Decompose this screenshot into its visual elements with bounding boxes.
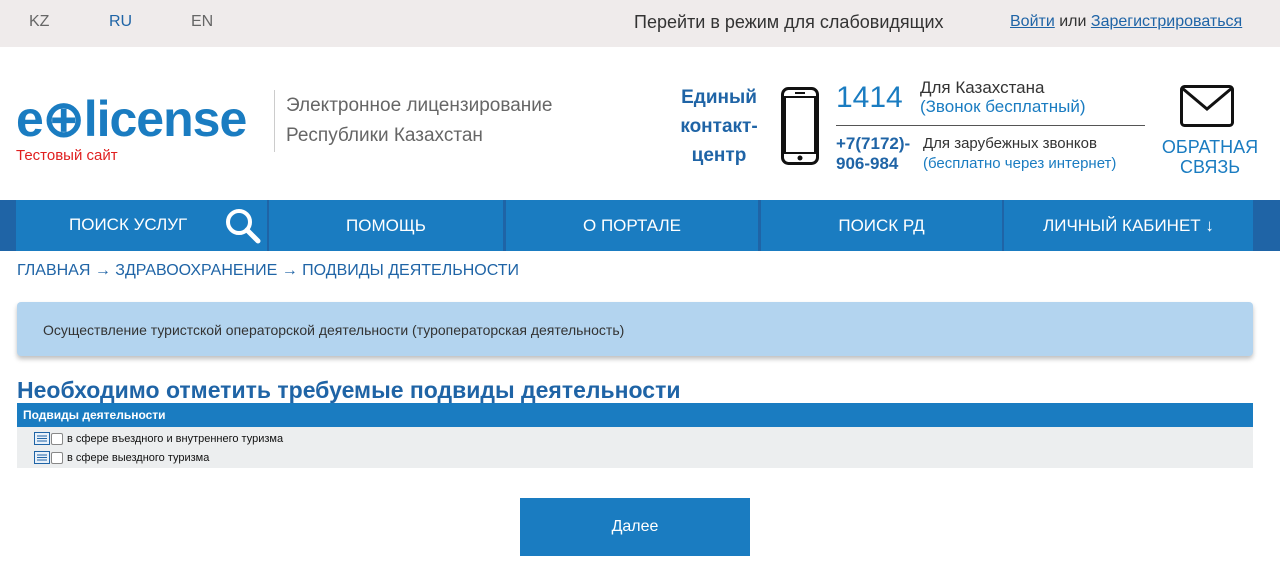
breadcrumb-home[interactable]: Главная (17, 262, 90, 279)
breadcrumb: Главная → Здравоохранение → Подвиды деят… (17, 262, 519, 280)
nav-search-rd[interactable]: Поиск РД (761, 200, 1002, 251)
intl-phone-info: Для зарубежных звонков (бесплатно через … (923, 134, 1116, 174)
or-text: или (1059, 13, 1087, 30)
low-vision-link[interactable]: Перейти в режим для слабовидящих (634, 12, 944, 33)
mail-icon[interactable] (1180, 85, 1234, 127)
activity-name: Осуществление туристской операторской де… (43, 322, 625, 338)
intl-number-line-2: 906-984 (836, 154, 899, 173)
nav-personal-cabinet[interactable]: Личный кабинет ↓ (1004, 200, 1253, 251)
intl-label: Для зарубежных звонков (923, 135, 1097, 152)
subtype-label: в сфере выездного туризма (67, 451, 210, 464)
grid-header: Подвиды деятельности (17, 403, 1253, 427)
register-link[interactable]: Зарегистрироваться (1091, 13, 1242, 30)
auth-links: Войти или Зарегистрироваться (1010, 13, 1242, 31)
phone-number[interactable]: 1414 (836, 81, 903, 115)
feedback-link[interactable]: ОБРАТНАЯ СВЯЗЬ (1158, 137, 1262, 177)
contact-title-line-2: контакт- (680, 116, 758, 137)
breadcrumb-sep: → (277, 262, 303, 279)
contact-divider (836, 125, 1145, 126)
logo-desc-line-2: Республики Казахстан (286, 125, 483, 146)
logo-divider (274, 90, 275, 152)
top-bar: KZ RU EN Перейти в режим для слабовидящи… (0, 0, 1280, 47)
contact-title-line-3: центр (691, 145, 747, 166)
subtypes-grid: Подвиды деятельности в сфере въездного и… (17, 403, 1253, 468)
logo-desc-line-1: Электронное лицензирование (286, 95, 553, 116)
grid-body: в сфере въездного и внутреннего туризма … (17, 427, 1253, 468)
lang-ru-link[interactable]: RU (109, 13, 132, 31)
contact-title-line-1: Единый (681, 87, 757, 108)
list-item: в сфере выездного туризма (17, 448, 1253, 467)
phone-kz-note: (Звонок бесплатный) (920, 97, 1086, 116)
phone-kz-label: Для Казахстана (920, 78, 1045, 97)
nav-search-services[interactable]: Поиск услуг (16, 200, 267, 251)
subtype-checkbox[interactable] (51, 451, 63, 464)
lang-en-link[interactable]: EN (191, 13, 213, 31)
lang-kz-link[interactable]: KZ (29, 13, 49, 31)
logo[interactable]: e⊕license (16, 94, 247, 144)
intl-phone-number[interactable]: +7(7172)- 906-984 (836, 134, 910, 174)
next-button[interactable]: Далее (520, 498, 750, 556)
header: e⊕license Тестовый сайт Электронное лице… (0, 47, 1280, 200)
subtype-label: в сфере въездного и внутреннего туризма (67, 432, 284, 445)
phone-kz-info: Для Казахстана (Звонок бесплатный) (920, 78, 1085, 116)
intl-number-line-1: +7(7172)- (836, 134, 911, 153)
feedback-line-1: ОБРАТНАЯ (1161, 137, 1259, 157)
breadcrumb-current: Подвиды деятельности (302, 262, 520, 279)
breadcrumb-sep: → (90, 262, 116, 279)
login-link[interactable]: Войти (1010, 13, 1055, 30)
activity-panel: Осуществление туристской операторской де… (17, 302, 1253, 356)
main-nav: Поиск услуг Помощь О портале Поиск РД Ли… (0, 200, 1280, 251)
feedback-line-2: СВЯЗЬ (1179, 157, 1241, 177)
tree-node-icon (34, 432, 50, 445)
subtype-checkbox[interactable] (51, 432, 63, 445)
breadcrumb-section[interactable]: Здравоохранение (115, 262, 277, 279)
tree-node-icon (34, 451, 50, 464)
intl-note: (бесплатно через интернет) (923, 155, 1117, 172)
search-icon (226, 209, 261, 244)
page-title: Необходимо отметить требуемые подвиды де… (17, 377, 681, 403)
contact-center-title: Единый контакт- центр (664, 83, 774, 170)
nav-about[interactable]: О портале (506, 200, 758, 251)
logo-test-label: Тестовый сайт (16, 147, 118, 164)
nav-search-label: Поиск услуг (69, 215, 188, 234)
logo-description: Электронное лицензирование Республики Ка… (286, 91, 606, 151)
nav-help[interactable]: Помощь (269, 200, 503, 251)
list-item: в сфере въездного и внутреннего туризма (17, 429, 1253, 448)
phone-icon (781, 87, 819, 165)
